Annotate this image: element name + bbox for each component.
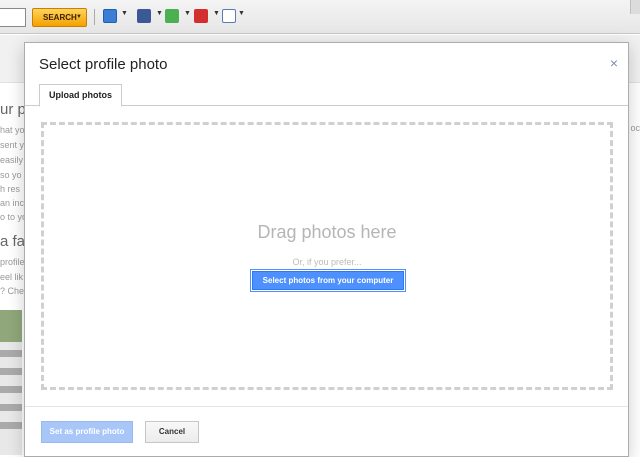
chevron-down-icon[interactable]: ▼ (184, 10, 191, 17)
toolbar-search-button[interactable]: SEARCH ▼ (32, 8, 87, 27)
background-text: an inc (0, 198, 25, 208)
photo-dropzone[interactable]: Drag photos here Or, if you prefer... Se… (41, 122, 613, 390)
select-photos-button[interactable]: Select photos from your computer (252, 271, 404, 290)
chevron-down-icon[interactable]: ▼ (238, 10, 245, 17)
thumbnail (0, 404, 22, 411)
facebook-icon[interactable] (137, 9, 151, 23)
chevron-down-icon[interactable]: ▼ (121, 10, 128, 17)
clipboard-icon[interactable] (222, 9, 236, 23)
cancel-button[interactable]: Cancel (145, 421, 199, 443)
dropzone-alternative-text: Or, if you prefer... (292, 257, 362, 267)
dialog-footer-divider (25, 406, 628, 407)
background-text: profile (0, 257, 25, 267)
thumbnail (0, 368, 22, 375)
mail-icon[interactable] (103, 9, 117, 23)
dialog-title: Select profile photo (39, 56, 168, 73)
thumbnail (0, 310, 22, 342)
background-text: o to yo (0, 212, 28, 222)
toolbar-separator (94, 9, 95, 25)
thumbnail (0, 386, 22, 393)
background-text: sent y (0, 140, 25, 150)
background-text: eel lik (0, 272, 24, 282)
toolbar-search-label: SEARCH (43, 13, 77, 22)
background-text: hat yo (0, 125, 25, 135)
background-text: so yo (0, 170, 22, 180)
thumbnail (0, 350, 22, 357)
toolbar-search-input[interactable] (0, 8, 26, 27)
tab-bar: Upload photos (25, 84, 628, 107)
chevron-down-icon[interactable]: ▼ (213, 10, 220, 17)
background-thumbnails (0, 310, 22, 455)
background-text: easily (0, 155, 24, 165)
tab-upload-photos[interactable]: Upload photos (39, 84, 122, 107)
background-heading: a fa (0, 233, 26, 250)
dice-icon[interactable] (194, 9, 208, 23)
chevron-down-icon: ▼ (76, 14, 82, 20)
background-text-right: oc (630, 123, 640, 133)
dropzone-title: Drag photos here (257, 222, 397, 242)
select-profile-photo-dialog: Select profile photo × Upload photos Dra… (24, 42, 629, 457)
scrollbar[interactable] (630, 0, 640, 14)
browser-toolbar: SEARCH ▼ ▼ ▼ ▼ ▼ ▼ (0, 0, 640, 34)
chevron-down-icon[interactable]: ▼ (156, 10, 163, 17)
background-text: ? Che (0, 286, 25, 296)
thumbnail (0, 422, 22, 429)
puzzle-icon[interactable] (165, 9, 179, 23)
background-text: h res (0, 184, 21, 194)
close-icon[interactable]: × (610, 55, 618, 71)
set-profile-photo-button: Set as profile photo (41, 421, 133, 443)
